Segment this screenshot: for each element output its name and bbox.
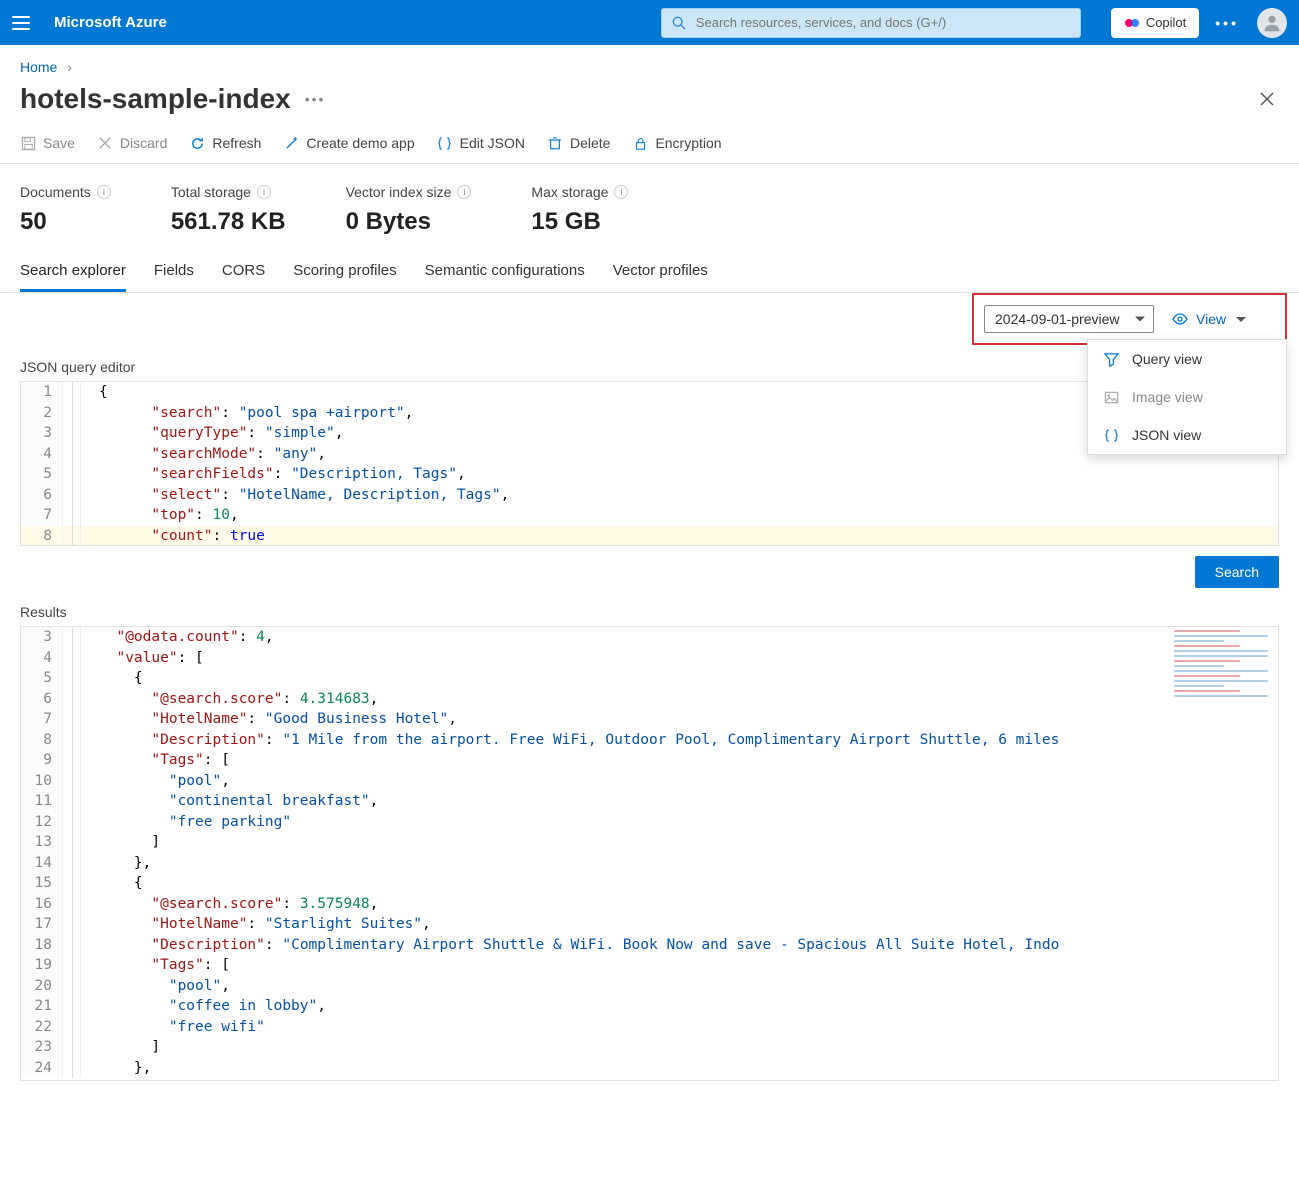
refresh-button[interactable]: Refresh xyxy=(189,135,261,151)
more-icon[interactable]: ••• xyxy=(1215,15,1239,31)
save-icon xyxy=(20,135,36,151)
stat-documents: Documentsi 50 xyxy=(20,184,111,236)
edit-json-button[interactable]: Edit JSON xyxy=(437,135,525,151)
search-icon xyxy=(672,16,686,30)
copilot-label: Copilot xyxy=(1146,15,1186,30)
highlight-box: 2024-09-01-preview View xyxy=(972,293,1287,345)
encryption-button[interactable]: Encryption xyxy=(632,135,721,151)
page-title: hotels-sample-index xyxy=(20,83,291,115)
refresh-icon xyxy=(189,135,205,151)
close-icon[interactable] xyxy=(1255,87,1279,111)
command-toolbar: Save Discard Refresh Create demo app Edi… xyxy=(0,125,1299,164)
tab-search-explorer[interactable]: Search explorer xyxy=(20,262,126,292)
eye-icon xyxy=(1172,313,1188,325)
tab-fields[interactable]: Fields xyxy=(154,262,194,292)
breadcrumb: Home › xyxy=(0,45,1299,79)
minimap[interactable] xyxy=(1168,627,1278,1080)
copilot-icon xyxy=(1124,15,1140,31)
title-row: hotels-sample-index ••• xyxy=(0,79,1299,125)
tab-vector[interactable]: Vector profiles xyxy=(613,262,708,292)
discard-button[interactable]: Discard xyxy=(97,135,167,151)
results-label: Results xyxy=(0,598,1299,626)
user-avatar[interactable] xyxy=(1257,8,1287,38)
breadcrumb-home[interactable]: Home xyxy=(20,59,57,75)
delete-button[interactable]: Delete xyxy=(547,135,610,151)
view-control-area: 2024-09-01-preview View Query view Image… xyxy=(0,293,1299,353)
api-version-select[interactable]: 2024-09-01-preview xyxy=(984,305,1154,333)
stat-total-storage: Total storagei 561.78 KB xyxy=(171,184,286,236)
tab-cors[interactable]: CORS xyxy=(222,262,265,292)
chevron-right-icon: › xyxy=(67,59,72,75)
tab-semantic[interactable]: Semantic configurations xyxy=(425,262,585,292)
create-demo-button[interactable]: Create demo app xyxy=(283,135,414,151)
view-dropdown-button[interactable]: View xyxy=(1172,311,1246,327)
global-search[interactable] xyxy=(661,8,1081,38)
stat-vector-index: Vector index sizei 0 Bytes xyxy=(346,184,472,236)
info-icon[interactable]: i xyxy=(614,185,628,199)
stat-max-storage: Max storagei 15 GB xyxy=(531,184,628,236)
brand-label: Microsoft Azure xyxy=(54,14,167,31)
view-option-json[interactable]: JSON view xyxy=(1088,416,1286,454)
trash-icon xyxy=(547,135,563,151)
lock-icon xyxy=(632,135,648,151)
view-option-image[interactable]: Image view xyxy=(1088,378,1286,416)
info-icon[interactable]: i xyxy=(257,185,271,199)
wand-icon xyxy=(283,135,299,151)
discard-icon xyxy=(97,135,113,151)
braces-icon xyxy=(437,135,453,151)
info-icon[interactable]: i xyxy=(457,185,471,199)
info-icon[interactable]: i xyxy=(97,185,111,199)
title-more-icon[interactable]: ••• xyxy=(305,91,326,107)
search-button[interactable]: Search xyxy=(1195,556,1279,588)
azure-top-bar: Microsoft Azure Copilot ••• xyxy=(0,0,1299,45)
global-search-input[interactable] xyxy=(694,14,1070,31)
funnel-icon xyxy=(1102,350,1120,368)
view-dropdown-menu: Query view Image view JSON view xyxy=(1087,339,1287,455)
results-editor[interactable]: 3 "@odata.count": 4, 4 "value": [ 5 { 6 … xyxy=(20,626,1279,1081)
chevron-down-icon xyxy=(1236,317,1246,322)
stats-row: Documentsi 50 Total storagei 561.78 KB V… xyxy=(0,164,1299,242)
view-option-query[interactable]: Query view xyxy=(1088,340,1286,378)
copilot-button[interactable]: Copilot xyxy=(1111,8,1199,38)
menu-icon[interactable] xyxy=(12,16,30,30)
save-button[interactable]: Save xyxy=(20,135,75,151)
braces-icon xyxy=(1102,426,1120,444)
image-icon xyxy=(1102,388,1120,406)
tab-scoring[interactable]: Scoring profiles xyxy=(293,262,396,292)
tab-bar: Search explorer Fields CORS Scoring prof… xyxy=(0,242,1299,293)
